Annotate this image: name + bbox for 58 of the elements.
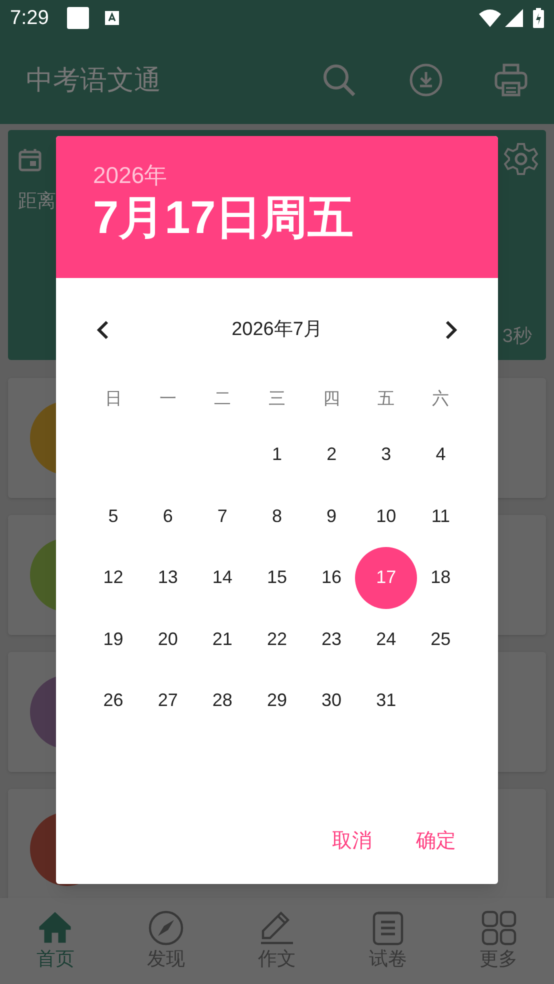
keyboard-icon: [104, 11, 119, 25]
day-cell[interactable]: 19: [93, 619, 134, 660]
day-cell[interactable]: 9: [312, 496, 352, 536]
day-cell[interactable]: 31: [366, 680, 406, 721]
day-cell[interactable]: 15: [256, 558, 297, 598]
square-icon: [66, 7, 89, 29]
settings-icon[interactable]: [504, 142, 538, 176]
weekday-label: 二: [212, 388, 232, 410]
day-cell[interactable]: 30: [312, 680, 352, 721]
day-cell[interactable]: 26: [93, 680, 134, 721]
weekday-label: 一: [158, 388, 178, 410]
search-icon[interactable]: [322, 63, 356, 97]
day-cell[interactable]: 14: [202, 558, 242, 598]
day-cell[interactable]: 20: [148, 619, 188, 660]
day-cell[interactable]: 4: [420, 434, 461, 475]
day-cell[interactable]: 29: [256, 680, 297, 721]
day-cell[interactable]: 11: [420, 496, 461, 536]
day-cell[interactable]: 6: [148, 496, 188, 536]
weekday-label: 三: [267, 388, 286, 410]
pencil-icon: [258, 910, 295, 946]
status-time: 7:29: [10, 6, 49, 31]
day-cell[interactable]: 8: [256, 496, 297, 536]
next-month-icon[interactable]: [444, 320, 458, 340]
day-cell[interactable]: 21: [202, 619, 242, 660]
day-cell[interactable]: 25: [420, 619, 461, 660]
day-cell[interactable]: 7: [202, 496, 242, 536]
day-cell[interactable]: 5: [93, 496, 134, 536]
countdown-timer: 3秒: [502, 327, 532, 346]
day-cell[interactable]: 24: [366, 619, 406, 660]
home-icon: [37, 910, 74, 946]
countdown-label: 距离: [18, 192, 56, 211]
day-cell[interactable]: 18: [420, 558, 461, 598]
month-label: 2026年7月: [230, 318, 324, 342]
day-cell[interactable]: 16: [312, 558, 352, 598]
day-cell[interactable]: 28: [202, 680, 242, 721]
grid-icon: [480, 910, 517, 946]
compass-icon: [148, 910, 184, 946]
weekday-label: 日: [104, 388, 123, 410]
day-cell[interactable]: 3: [366, 434, 406, 475]
day-cell[interactable]: 1: [257, 434, 298, 475]
day-cell[interactable]: 27: [148, 680, 188, 721]
calendar-icon: [18, 148, 42, 172]
wifi-icon: [479, 9, 501, 27]
weekday-label: 六: [431, 388, 450, 410]
app-title: 中考语文通: [26, 64, 162, 97]
weekday-label: 四: [322, 388, 342, 410]
day-cell[interactable]: 22: [256, 619, 297, 660]
day-cell[interactable]: 2: [312, 434, 352, 475]
signal-icon: [505, 9, 523, 27]
day-cell[interactable]: 13: [148, 558, 188, 598]
download-icon[interactable]: [409, 63, 443, 97]
weekday-label: 五: [376, 388, 396, 410]
battery-icon: [533, 8, 544, 28]
day-cell[interactable]: 10: [366, 496, 406, 536]
print-icon[interactable]: [494, 63, 528, 97]
previous-month-icon[interactable]: [96, 320, 110, 340]
day-cell[interactable]: 23: [312, 619, 352, 660]
day-cell[interactable]: 12: [93, 558, 134, 598]
